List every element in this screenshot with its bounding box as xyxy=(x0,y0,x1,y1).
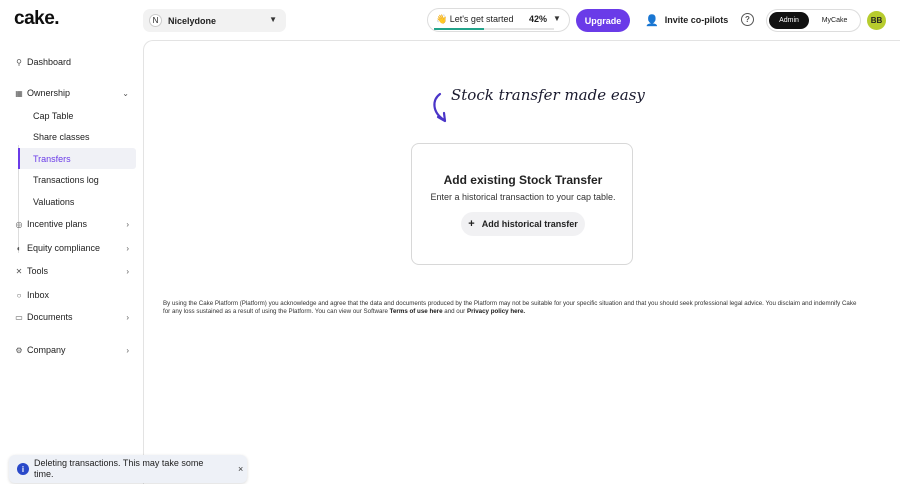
close-icon[interactable]: × xyxy=(238,464,243,474)
sidebar-item-label: Dashboard xyxy=(27,57,72,67)
dashboard-icon: ⚲ xyxy=(16,57,22,67)
empty-state-card: Add existing Stock Transfer Enter a hist… xyxy=(411,143,633,265)
onboarding-progress[interactable]: 👋 Let's get started 42% ▼ xyxy=(427,8,570,32)
chevron-down-icon: ▼ xyxy=(553,14,561,23)
role-admin[interactable]: Admin xyxy=(769,12,810,29)
sidebar-item-dashboard[interactable]: ⚲ Dashboard xyxy=(14,53,71,71)
avatar[interactable]: BB xyxy=(867,11,886,30)
sidebar-item-label: Documents xyxy=(27,312,73,322)
ownership-icon: ▦ xyxy=(15,88,23,98)
and-our-text: and our xyxy=(444,308,466,315)
sidebar-item-transactions-log[interactable]: Transactions log xyxy=(18,169,136,190)
sidebar-item-equity-compliance[interactable]: ◐ Equity compliance › xyxy=(14,239,129,257)
sidebar-item-label: Inbox xyxy=(27,290,50,300)
sidebar-item-label: Equity compliance xyxy=(27,243,101,253)
progress-fill xyxy=(434,28,485,30)
shield-icon: ◐ xyxy=(16,243,22,253)
sidebar-item-share-classes[interactable]: Share classes xyxy=(18,126,136,147)
card-subtitle: Enter a historical transaction to your c… xyxy=(430,192,616,202)
sidebar: ⚲ Dashboard ▦ Ownership ⌄ Cap Table Shar… xyxy=(0,40,143,484)
chevron-down-icon: ▼ xyxy=(269,15,277,24)
chevron-right-icon: › xyxy=(126,266,129,276)
sidebar-item-label: Tools xyxy=(27,266,49,276)
progress-label: 👋 Let's get started xyxy=(436,14,514,24)
role-toggle[interactable]: Admin MyCake xyxy=(766,9,861,32)
sidebar-item-documents[interactable]: ▭ Documents › xyxy=(14,308,129,326)
company-avatar: N xyxy=(149,14,162,27)
inbox-icon: ○ xyxy=(16,290,22,300)
plus-icon: + xyxy=(468,218,475,230)
tagline: Stock transfer made easy xyxy=(451,86,645,104)
card-title: Add existing Stock Transfer xyxy=(443,173,603,187)
sidebar-item-label: Incentive plans xyxy=(27,219,88,229)
incentive-icon: ◎ xyxy=(15,219,23,229)
help-icon[interactable]: ? xyxy=(741,13,754,26)
info-icon: i xyxy=(17,463,29,475)
sidebar-item-ownership[interactable]: ▦ Ownership ⌄ xyxy=(14,84,129,102)
add-user-icon: 👤 xyxy=(645,14,659,27)
company-selector[interactable]: N Nicelydone ▼ xyxy=(143,9,286,32)
gear-icon: ⚙ xyxy=(15,345,23,355)
toast-notification: i Deleting transactions. This may take s… xyxy=(9,455,247,483)
tools-icon: ✕ xyxy=(15,266,23,276)
upgrade-button[interactable]: Upgrade xyxy=(576,9,630,32)
invite-label: Invite co-pilots xyxy=(664,15,729,25)
cake-logo[interactable]: cake. xyxy=(14,8,60,30)
legal-disclaimer: By using the Cake Platform (Platform) yo… xyxy=(163,300,863,316)
progress-track xyxy=(434,28,554,30)
sidebar-item-incentive-plans[interactable]: ◎ Incentive plans › xyxy=(14,215,130,233)
add-historical-transfer-button[interactable]: + Add historical transfer xyxy=(461,212,585,236)
sidebar-item-label: Company xyxy=(27,345,66,355)
chevron-right-icon: › xyxy=(126,345,129,355)
documents-icon: ▭ xyxy=(15,312,23,322)
progress-percent: 42% xyxy=(529,14,548,24)
chevron-right-icon: › xyxy=(126,312,129,322)
top-bar: cake. N Nicelydone ▼ 👋 Let's get started… xyxy=(0,0,900,40)
sidebar-item-tools[interactable]: ✕ Tools › xyxy=(14,262,129,280)
sidebar-item-cap-table[interactable]: Cap Table xyxy=(18,105,136,126)
role-mycake[interactable]: MyCake xyxy=(811,12,858,29)
terms-link[interactable]: Terms of use here xyxy=(390,308,443,315)
toast-message: Deleting transactions. This may take som… xyxy=(34,458,204,479)
sidebar-item-valuations[interactable]: Valuations xyxy=(18,191,136,212)
sidebar-item-label: Ownership xyxy=(27,88,71,98)
privacy-link[interactable]: Privacy policy here. xyxy=(467,308,525,315)
chevron-right-icon: › xyxy=(126,243,129,253)
invite-copilots-button[interactable]: 👤 Invite co-pilots xyxy=(645,10,728,30)
chevron-right-icon: › xyxy=(126,219,129,229)
company-name: Nicelydone xyxy=(168,15,217,26)
sidebar-item-transfers[interactable]: Transfers xyxy=(18,148,136,169)
chevron-down-icon: ⌄ xyxy=(122,88,129,98)
sidebar-item-company[interactable]: ⚙ Company › xyxy=(14,341,129,359)
button-label: Add historical transfer xyxy=(481,219,578,229)
sidebar-item-inbox[interactable]: ○ Inbox xyxy=(14,286,49,304)
